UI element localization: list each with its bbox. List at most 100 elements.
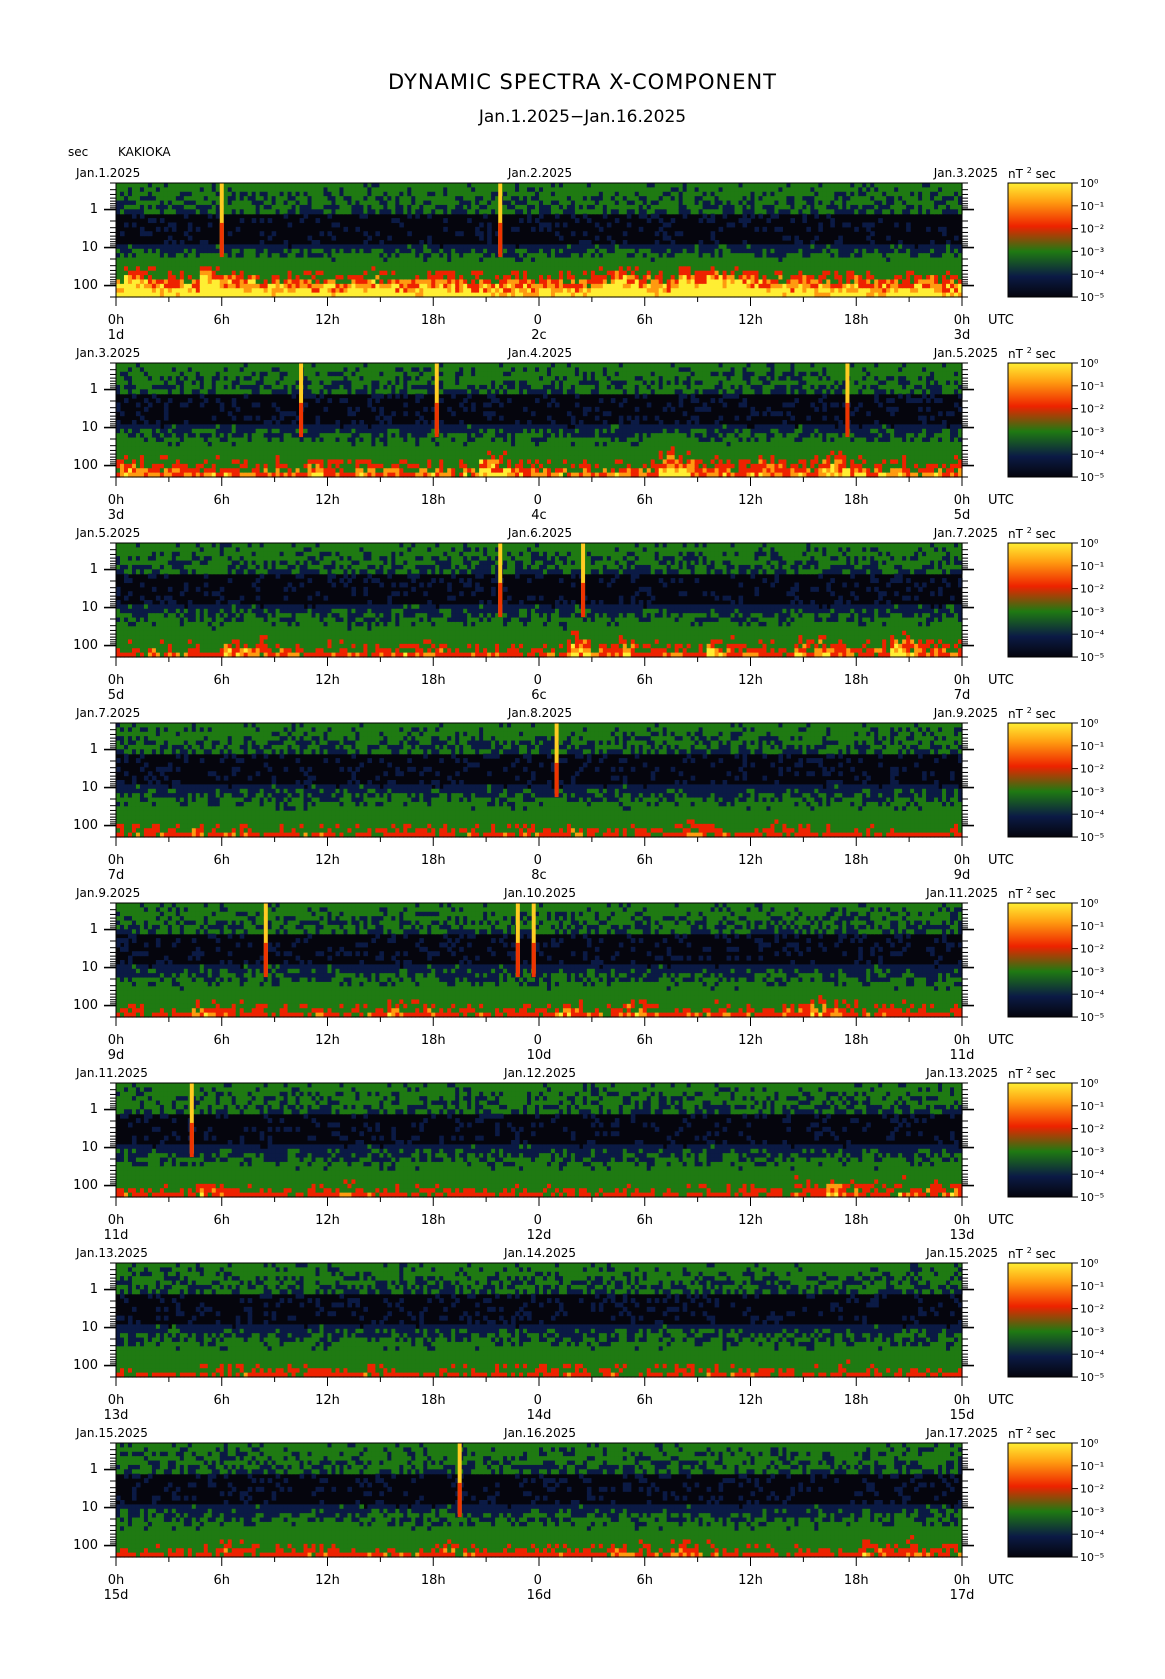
x-tick-label: 12h <box>691 1573 811 1588</box>
y-tick-label: 1 <box>90 1102 98 1117</box>
colorbar-tick-label: 10⁻² <box>1080 223 1104 236</box>
day-label: 11d <box>56 1228 176 1243</box>
x-tick-label: 0h <box>56 1393 176 1408</box>
panel-mid-date: Jan.14.2025 <box>480 1246 600 1260</box>
x-tick-label: 6h <box>585 493 705 508</box>
day-label: 14d <box>479 1408 599 1423</box>
panel-mid-date: Jan.6.2025 <box>480 526 600 540</box>
panel-mid-date: Jan.2.2025 <box>480 166 600 180</box>
colorbar-tick-label: 10⁻⁴ <box>1080 1348 1105 1361</box>
day-label: 2c <box>479 328 599 343</box>
day-label: 3d <box>902 328 1022 343</box>
x-tick-label: 18h <box>796 313 916 328</box>
colorbar-tick-label: 10⁰ <box>1080 897 1099 910</box>
panel-end-date: Jan.5.2025 <box>934 346 998 360</box>
colorbar-tick-label: 10⁻² <box>1080 1303 1104 1316</box>
x-tick-label: 0 <box>479 493 599 508</box>
colorbar: 10⁰ 10⁻¹ 10⁻² 10⁻³ 10⁻⁴ 10⁻⁵ <box>1007 1437 1105 1564</box>
x-tick-label: 18h <box>796 853 916 868</box>
colorbar-tick-label: 10⁰ <box>1080 537 1099 550</box>
x-tick-label: 18h <box>373 1033 493 1048</box>
day-label: 5d <box>56 688 176 703</box>
x-tick-label: 6h <box>585 1393 705 1408</box>
panel-start-date: Jan.1.2025 <box>76 166 140 180</box>
x-tick-label: 12h <box>268 1213 388 1228</box>
colorbar-tick-label: 10⁰ <box>1080 1077 1099 1090</box>
x-tick-label: 18h <box>373 493 493 508</box>
panel-end-date: Jan.9.2025 <box>934 706 998 720</box>
x-tick-label: 12h <box>691 1213 811 1228</box>
figure-title: DYNAMIC SPECTRA X-COMPONENT <box>0 70 1165 94</box>
y-tick-label: 1 <box>90 202 98 217</box>
colorbar-tick-label: 10⁻⁵ <box>1080 1191 1104 1204</box>
colorbar-tick-label: 10⁰ <box>1080 177 1099 190</box>
x-tick-label: 18h <box>373 1393 493 1408</box>
panel-mid-date: Jan.16.2025 <box>480 1426 600 1440</box>
day-label: 16d <box>479 1588 599 1603</box>
x-tick-label: 0h <box>56 1033 176 1048</box>
y-tick-label: 1 <box>90 382 98 397</box>
y-tick-label: 100 <box>73 1538 98 1553</box>
y-tick-label: 100 <box>73 998 98 1013</box>
y-tick-label: 1 <box>90 1462 98 1477</box>
x-tick-label: 12h <box>268 493 388 508</box>
x-tick-label: 6h <box>585 853 705 868</box>
colorbar-tick-label: 10⁻³ <box>1080 1145 1104 1158</box>
x-tick-label: 6h <box>162 1213 282 1228</box>
panel-start-date: Jan.9.2025 <box>76 886 140 900</box>
colorbar-tick-label: 10⁻⁵ <box>1080 1371 1104 1384</box>
x-tick-label: 18h <box>373 673 493 688</box>
day-label: 4c <box>479 508 599 523</box>
panel-start-date: Jan.11.2025 <box>76 1066 148 1080</box>
colorbar-tick-label: 10⁻¹ <box>1080 740 1104 753</box>
panel-mid-date: Jan.8.2025 <box>480 706 600 720</box>
x-tick-label: 0h <box>56 493 176 508</box>
x-tick-label: 12h <box>268 853 388 868</box>
colorbar-tick-label: 10⁻⁵ <box>1080 471 1104 484</box>
panel-mid-date: Jan.10.2025 <box>480 886 600 900</box>
colorbar-unit-label: nT 2 sec <box>1008 1246 1056 1261</box>
colorbar-tick-label: 10⁻³ <box>1080 965 1104 978</box>
colorbar-tick-label: 10⁻³ <box>1080 785 1104 798</box>
y-tick-label: 10 <box>81 780 98 795</box>
x-tick-label: 6h <box>162 1033 282 1048</box>
colorbar-tick-label: 10⁻⁵ <box>1080 291 1104 304</box>
panel-end-date: Jan.3.2025 <box>934 166 998 180</box>
day-label: 9d <box>902 868 1022 883</box>
x-tick-label: 6h <box>585 313 705 328</box>
colorbar-tick-label: 10⁻⁴ <box>1080 268 1105 281</box>
x-tick-label: 12h <box>268 1393 388 1408</box>
x-tick-label: 12h <box>268 1033 388 1048</box>
y-tick-label: 10 <box>81 1140 98 1155</box>
x-tick-label: 12h <box>691 1033 811 1048</box>
y-tick-label: 10 <box>81 960 98 975</box>
x-tick-label: 12h <box>691 673 811 688</box>
station-label: KAKIOKA <box>118 145 171 159</box>
colorbar-tick-label: 10⁻⁴ <box>1080 448 1105 461</box>
x-tick-label: 6h <box>162 1573 282 1588</box>
panel-start-date: Jan.15.2025 <box>76 1426 148 1440</box>
x-tick-label: 0 <box>479 1573 599 1588</box>
colorbar-tick-label: 10⁻¹ <box>1080 380 1104 393</box>
colorbar-unit-label: nT 2 sec <box>1008 886 1056 901</box>
day-label: 15d <box>56 1588 176 1603</box>
x-tick-label: 18h <box>796 1393 916 1408</box>
x-tick-label: 6h <box>162 493 282 508</box>
colorbar-unit-label: nT 2 sec <box>1008 166 1056 181</box>
colorbar: 10⁰ 10⁻¹ 10⁻² 10⁻³ 10⁻⁴ 10⁻⁵ <box>1007 537 1105 664</box>
y-tick-label: 1 <box>90 742 98 757</box>
colorbar: 10⁰ 10⁻¹ 10⁻² 10⁻³ 10⁻⁴ 10⁻⁵ <box>1007 1257 1105 1384</box>
day-label: 7d <box>902 688 1022 703</box>
colorbar: 10⁰ 10⁻¹ 10⁻² 10⁻³ 10⁻⁴ 10⁻⁵ <box>1007 1077 1105 1204</box>
x-tick-label: 18h <box>796 673 916 688</box>
colorbar-tick-label: 10⁻¹ <box>1080 1460 1104 1473</box>
y-tick-label: 100 <box>73 458 98 473</box>
x-tick-label: 0 <box>479 1033 599 1048</box>
x-tick-label: 0h <box>56 313 176 328</box>
y-unit-label: sec <box>68 145 88 159</box>
panel-end-date: Jan.15.2025 <box>926 1246 998 1260</box>
y-tick-label: 10 <box>81 600 98 615</box>
y-tick-label: 1 <box>90 562 98 577</box>
x-tick-label: 0h <box>56 1573 176 1588</box>
day-label: 13d <box>56 1408 176 1423</box>
